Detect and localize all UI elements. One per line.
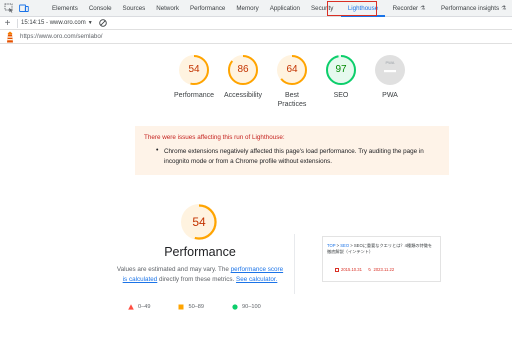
clear-all-icon[interactable] [98, 19, 107, 27]
perf-desc-text1: Values are estimated and may vary. The [116, 266, 231, 273]
gauge-label-best-practices: Best Practices [267, 91, 317, 109]
thumb-date1: 2015.10.31 [341, 267, 362, 272]
fail-triangle-icon [128, 304, 134, 310]
lighthouse-logo-icon [7, 31, 13, 42]
gauge-label-best-practices-line2: Practices [277, 101, 307, 108]
thumb-date-updated: ↻ 2023.11.22 [368, 267, 394, 272]
thumb-date2: 2023.11.22 [373, 267, 395, 272]
legend-item-pass: 90–100 [232, 304, 261, 310]
lighthouse-toolbar: + 15:14:15 - www.oro.com ▼ [0, 17, 512, 30]
gauge-performance[interactable]: 54 Performance [168, 54, 220, 100]
lighthouse-tab-highlight [327, 1, 377, 16]
pwa-badge-text: PWA [385, 60, 395, 65]
perf-desc-text2: directly from these metrics. [157, 275, 237, 283]
average-square-icon [178, 304, 184, 310]
performance-big-gauge: 54 [180, 203, 218, 241]
device-toolbar-icon[interactable] [18, 1, 31, 15]
experimental-flask-icon: ⚗ [420, 5, 426, 12]
score-legend: 0–49 50–89 90–100 [128, 304, 289, 310]
run-warnings-box: There were issues affecting this run of … [135, 126, 449, 175]
gauge-score-performance: 54 [188, 64, 200, 75]
refresh-icon: ↻ [368, 267, 372, 272]
section-divider [294, 234, 295, 294]
inspect-element-icon[interactable] [3, 1, 16, 15]
gauge-label-pwa: PWA [382, 92, 398, 99]
calculator-link[interactable]: See calculator. [236, 276, 277, 283]
tab-recorder[interactable]: Recorder ⚗ [387, 0, 431, 17]
legend-item-fail: 0–49 [128, 304, 150, 310]
tab-performance[interactable]: Performance [184, 0, 230, 17]
pwa-badge-icon [375, 55, 405, 85]
warning-message: Chrome extensions negatively affected th… [164, 148, 424, 165]
tab-performance-insights[interactable]: Performance insights ⚗ [431, 0, 512, 17]
tab-performance-insights-label: Performance insights [440, 4, 500, 12]
legend-range-pass: 90–100 [242, 304, 261, 310]
toolbar-divider [17, 18, 18, 28]
tab-sources[interactable]: Sources [117, 0, 151, 17]
tab-recorder-label: Recorder [392, 4, 419, 12]
legend-item-average: 50–89 [178, 304, 204, 310]
gauge-best-practices[interactable]: 64 Best Practices [267, 54, 317, 109]
thumbnail-content: TOP > SEO > SEOに重要なクエリとは？4種類の特徴を徹底解説（インテ… [327, 243, 436, 255]
tab-elements[interactable]: Elements [47, 0, 84, 17]
warning-bullet: • [156, 147, 159, 154]
performance-title: Performance [164, 245, 236, 259]
thumb-date-published: 2015.10.31 [335, 267, 362, 272]
gauge-score-accessibility: 86 [237, 64, 249, 75]
report-select-dropdown[interactable]: 15:14:15 - www.oro.com ▼ [21, 20, 93, 26]
gauge-label-performance: Performance [173, 92, 215, 99]
devtools-tabs: Elements Console Sources Network Perform… [47, 0, 512, 17]
tab-console[interactable]: Console [83, 0, 117, 17]
performance-description: Values are estimated and may vary. The p… [116, 265, 284, 284]
legend-range-fail: 0–49 [138, 304, 151, 310]
warning-title: There were issues affecting this run of … [144, 134, 285, 141]
calendar-icon [335, 267, 339, 272]
experimental-flask-icon: ⚗ [501, 5, 507, 12]
tab-network[interactable]: Network [151, 0, 185, 17]
gauge-seo[interactable]: 97 SEO [316, 54, 366, 100]
devtools-tab-bar: Elements Console Sources Network Perform… [0, 0, 512, 17]
tab-memory[interactable]: Memory [231, 0, 264, 17]
report-url-row: https://www.oro.com/semlabo/ [0, 30, 512, 44]
gauge-label-accessibility: Accessibility [223, 92, 263, 99]
new-report-plus-icon[interactable]: + [1, 18, 14, 29]
report-select-value: 15:14:15 - www.oro.com [21, 20, 86, 26]
legend-range-average: 50–89 [188, 304, 205, 310]
gauge-score-seo: 97 [335, 64, 347, 75]
pass-circle-icon [232, 304, 238, 310]
gauge-label-best-practices-line1: Best [284, 92, 299, 99]
final-screenshot-thumbnail[interactable]: TOP > SEO > SEOに重要なクエリとは？4種類の特徴を徹底解説（インテ… [322, 236, 441, 282]
report-url[interactable]: https://www.oro.com/semlabo/ [20, 33, 103, 40]
gauge-score-best-practices: 64 [286, 64, 298, 75]
gauge-label-seo: SEO [333, 92, 349, 99]
gauge-accessibility[interactable]: 86 Accessibility [218, 54, 268, 100]
chevron-down-icon: ▼ [87, 20, 93, 26]
gauge-pwa[interactable]: PWA PWA [365, 54, 415, 100]
tab-application[interactable]: Application [264, 0, 305, 17]
thumb-breadcrumb-mid: SEO [340, 243, 350, 248]
performance-big-score: 54 [192, 215, 206, 229]
